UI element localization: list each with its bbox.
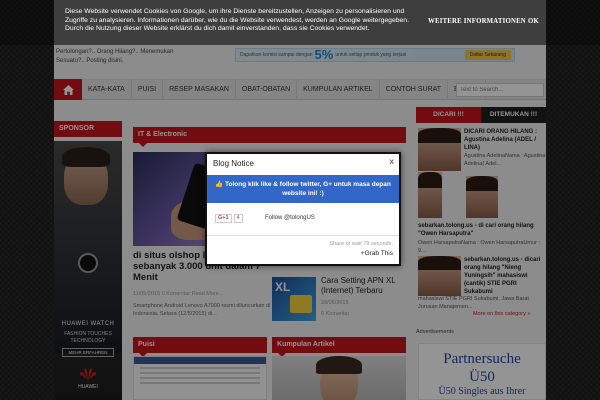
gplus-button[interactable]: G+1 [215, 214, 232, 223]
close-icon[interactable]: x [389, 157, 394, 166]
modal-wait-text: Share or wait 79 seconds. [329, 241, 393, 247]
cookie-consent-bar: Diese Website verwendet Cookies von Goog… [0, 0, 600, 45]
modal-message: 👍 Tolong klik like & follow twitter, G+ … [207, 175, 399, 203]
cookie-ok-button[interactable]: OK [528, 18, 539, 25]
thumbs-up-icon: 👍 [215, 181, 226, 188]
modal-title: Blog Notice [213, 159, 254, 168]
cookie-more-info-button[interactable]: WEITERE INFORMATIONEN [428, 18, 526, 25]
twitter-follow-link[interactable]: Follow @tolongUS [265, 215, 315, 221]
blog-notice-modal: Blog Notice x 👍 Tolong klik like & follo… [205, 152, 401, 266]
grab-this-link[interactable]: +Grab This [361, 250, 393, 257]
modal-message-text: Tolong klik like & follow twitter, G+ un… [225, 181, 391, 197]
modal-social-buttons: G+1 4 Follow @tolongUS [207, 203, 399, 236]
gplus-widget[interactable]: G+1 4 [215, 214, 243, 223]
cookie-notice-text: Diese Website verwendet Cookies von Goog… [65, 8, 409, 32]
gplus-count: 4 [233, 214, 243, 223]
